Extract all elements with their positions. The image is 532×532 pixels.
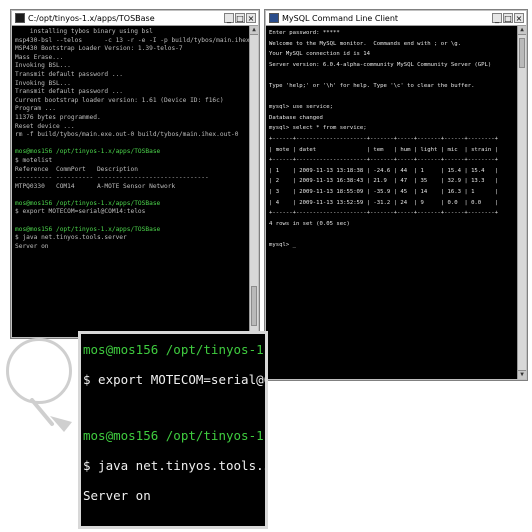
mysql-window-title: MySQL Command Line Client bbox=[282, 13, 399, 23]
console-line: MTPQ0330 COM14 A-MOTE Sensor Network bbox=[15, 182, 176, 190]
scroll-down-icon[interactable]: ▼ bbox=[518, 370, 526, 379]
console-line: | 1 | 2009-11-13 13:18:38 | -24.6 | 44 |… bbox=[269, 167, 499, 174]
console-line: mos@mos156 /opt/tinyos-1.x/apps/TOSBase bbox=[15, 225, 161, 233]
magnifier-circle bbox=[6, 338, 72, 404]
console-line: | 2 | 2009-11-13 16:38:43 | 21.9 | 47 | … bbox=[269, 178, 499, 185]
console-line: 11376 bytes programmed. bbox=[15, 113, 101, 121]
console-line: +------+---------------------+-------+--… bbox=[269, 135, 499, 142]
console-line: Reset device ... bbox=[15, 122, 75, 130]
console-line: Mass Erase... bbox=[15, 53, 64, 61]
console-line: mos@mos156 /opt/tinyos-1.x/apps/TOSBase bbox=[15, 148, 161, 156]
minimize-button[interactable]: _ bbox=[224, 13, 234, 23]
mysql-window: MySQL Command Line Client _ □ × Enter pa… bbox=[264, 9, 528, 381]
console-line: Type 'help;' or '\h' for help. Type '\c'… bbox=[269, 82, 475, 89]
cygwin-titlebar[interactable]: C:/opt/tinyos-1.x/apps/TOSBase _ □ × bbox=[12, 11, 258, 26]
console-line: $ java net.tinyos.tools.server bbox=[15, 234, 127, 242]
console-line: Invoking BSL... bbox=[15, 62, 71, 70]
minimize-button[interactable]: _ bbox=[492, 13, 502, 23]
console-line: Enter password: ***** bbox=[269, 30, 340, 36]
console-line: mysql> select * from service; bbox=[269, 125, 367, 132]
console-line: Transmit default password ... bbox=[15, 70, 124, 78]
console-line: Program ... bbox=[15, 105, 56, 113]
console-line: Invoking BSL... bbox=[15, 79, 71, 87]
scroll-up-icon[interactable]: ▲ bbox=[518, 26, 526, 35]
console-line: +------+---------------------+-------+--… bbox=[269, 157, 499, 164]
scrollbar-thumb[interactable] bbox=[519, 38, 525, 68]
console-line: Your MySQL connection id is 14 bbox=[269, 51, 371, 58]
maximize-button[interactable]: □ bbox=[503, 13, 513, 23]
console-line: mysql> _ bbox=[269, 241, 296, 248]
console-line: Reference CommPort Description bbox=[15, 165, 138, 173]
console-line: $ export MOTECOM=serial@COM14:telos bbox=[15, 208, 146, 216]
cygwin-window: C:/opt/tinyos-1.x/apps/TOSBase _ □ × ins… bbox=[10, 9, 260, 339]
maximize-button[interactable]: □ bbox=[235, 13, 245, 23]
console-line: msp430-bsl --telos -c 13 -r -e -I -p bui… bbox=[15, 36, 249, 44]
console-line: Current bootstrap loader version: 1.61 (… bbox=[15, 96, 224, 104]
zoomed-console-line bbox=[83, 398, 91, 413]
cygwin-console[interactable]: installing tybos binary using bsl msp430-… bbox=[12, 26, 249, 337]
zoomed-console-line: Server on bbox=[83, 488, 151, 503]
console-line: | 3 | 2009-11-13 18:55:09 | -35.9 | 45 |… bbox=[269, 188, 499, 195]
close-button[interactable]: × bbox=[514, 13, 524, 23]
scrollbar-thumb[interactable] bbox=[251, 286, 257, 326]
zoomed-console-line: $ export MOTECOM=serial@COM14:telos bbox=[83, 372, 265, 387]
console-line: mos@mos156 /opt/tinyos-1.x/apps/TOSBase bbox=[15, 199, 161, 207]
cygwin-scrollbar[interactable]: ▲ bbox=[249, 26, 258, 337]
console-line: Database changed bbox=[269, 114, 323, 121]
terminal-icon bbox=[15, 13, 25, 23]
mysql-titlebar[interactable]: MySQL Command Line Client _ □ × bbox=[266, 11, 526, 26]
mysql-scrollbar[interactable]: ▲ ▼ bbox=[517, 26, 526, 379]
zoomed-console-line: mos@mos156 /opt/tinyos-1.x/apps/TOS bbox=[83, 342, 265, 357]
console-line: | mote | datet | tem | hum | light | mic… bbox=[269, 146, 499, 153]
mysql-icon bbox=[269, 13, 279, 23]
callout-arrow-icon bbox=[30, 398, 72, 432]
console-line: ---------- ---------- ------------------… bbox=[15, 174, 209, 182]
console-line: mysql> use service; bbox=[269, 104, 333, 111]
console-line: Welcome to the MySQL monitor. Commands e… bbox=[269, 40, 461, 47]
console-line: Server on bbox=[15, 242, 49, 250]
console-line: 4 rows in set (0.05 sec) bbox=[269, 220, 350, 227]
console-line: $ motelist bbox=[15, 156, 53, 164]
scroll-up-icon[interactable]: ▲ bbox=[250, 26, 258, 35]
cygwin-window-title: C:/opt/tinyos-1.x/apps/TOSBase bbox=[28, 13, 155, 23]
console-line: installing tybos binary using bsl bbox=[15, 28, 153, 35]
console-line: rm -f build/tybos/main.exe.out-0 build/t… bbox=[15, 131, 239, 139]
zoomed-console-line: $ java net.tinyos.tools.server bbox=[83, 458, 265, 473]
console-line: MSP430 Bootstrap Loader Version: 1.39-te… bbox=[15, 45, 183, 53]
zoomed-console-line: mos@mos156 /opt/tinyos-1.x/apps/TOS bbox=[83, 428, 265, 443]
zoomed-console: mos@mos156 /opt/tinyos-1.x/apps/TOS $ exp… bbox=[78, 331, 268, 529]
console-line: Server version: 6.0.4-alpha-community My… bbox=[269, 61, 492, 68]
close-button[interactable]: × bbox=[246, 13, 256, 23]
console-line: +------+---------------------+-------+--… bbox=[269, 210, 499, 217]
console-line: Transmit default password ... bbox=[15, 88, 124, 96]
console-line: | 4 | 2009-11-13 13:52:59 | -31.2 | 24 |… bbox=[269, 199, 499, 206]
mysql-console[interactable]: Enter password: ***** Welcome to the MySQ… bbox=[266, 26, 517, 379]
